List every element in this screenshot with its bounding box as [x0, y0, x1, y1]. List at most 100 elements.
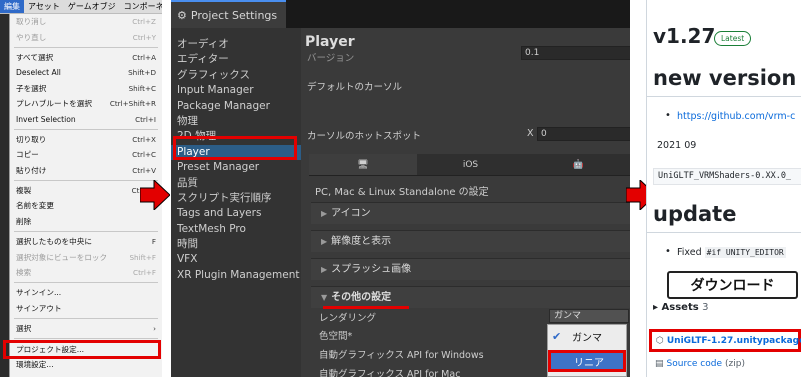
edit-menu-item[interactable]: 削除 [10, 214, 162, 229]
menu-item-label: コピー [16, 150, 39, 160]
project-settings-highlight [3, 340, 161, 359]
collapse-arrow-icon: ▶ [321, 209, 328, 218]
auto-graphics-api-mac-label: 自動グラフィックス API for Mac [319, 369, 461, 377]
menu-item-shortcut: Ctrl+X [132, 134, 156, 144]
menu-item-shortcut: Ctrl+Z [132, 17, 156, 27]
sidebar-item[interactable]: 物理 [171, 114, 301, 129]
menu-item-label: 検索 [16, 268, 32, 278]
edit-menu-item[interactable]: 選択 › [10, 321, 162, 336]
sidebar-item[interactable]: Tags and Layers [171, 206, 301, 221]
menu-item-shortcut: Ctrl+F [133, 268, 156, 278]
sidebar-item[interactable]: エディター [171, 52, 301, 67]
edit-menu-item[interactable]: コピー Ctrl+C [10, 147, 162, 162]
version-label: バージョン [307, 53, 355, 64]
project-settings-window: ⚙ Project Settings オーディオ エディター グラフィックス Inpu… [171, 0, 630, 377]
tab-ios[interactable]: iOS [417, 154, 525, 175]
edit-menu-item[interactable]: Invert Selection Ctrl+I [10, 111, 162, 126]
menu-gameobject[interactable]: ゲームオブジ [64, 0, 120, 13]
package-code-line: UniGLTF_VRMShaders-0.XX.0_ [653, 168, 801, 185]
edit-menu-item[interactable]: プレハブルートを選択 Ctrl+Shift+R [10, 96, 162, 111]
auto-graphics-api-windows-label: 自動グラフィックス API for Windows [319, 350, 484, 361]
edit-menu-item[interactable]: すべて選択 Ctrl+A [10, 50, 162, 65]
menu-item-label: 名前を変更 [16, 201, 54, 211]
sidebar-item[interactable]: VFX [171, 252, 301, 267]
menu-item-label: 切り取り [16, 134, 47, 144]
option-linear[interactable]: リニア [548, 350, 626, 372]
menu-item-label: 選択対象にビューをロック [16, 252, 108, 262]
source-code-link[interactable]: ▤ Source code (zip) [655, 359, 745, 369]
github-release-panel: v1.27 Latest new version is • https://gi… [646, 0, 801, 377]
sidebar-item[interactable]: オーディオ [171, 37, 301, 52]
menu-separator [10, 280, 162, 285]
edit-menu-item[interactable]: 子を選択 Shift+C [10, 81, 162, 96]
menu-item-label: 選択したものを中央に [16, 237, 92, 247]
menu-item-label: 複製 [16, 186, 32, 196]
edit-menu-item[interactable]: Deselect All Shift+D [10, 65, 162, 80]
menu-component[interactable]: コンポーネント [120, 0, 162, 13]
menu-separator [10, 316, 162, 321]
menu-item-label: 環境設定... [16, 360, 54, 369]
other-settings-underline [323, 306, 409, 309]
edit-menu-item[interactable]: 選択したものを中央に F [10, 234, 162, 249]
sidebar-item[interactable]: Preset Manager [171, 160, 301, 175]
edit-menu-item: やり直し Ctrl+Y [10, 29, 162, 44]
tab-android[interactable]: 🤖 [524, 154, 630, 175]
player-highlight [173, 136, 297, 160]
window-title: Project Settings [190, 8, 278, 22]
platform-tabs: 🖥 iOS 🤖 [309, 154, 630, 176]
menu-separator [10, 45, 162, 50]
menu-item-label: Deselect All [16, 68, 61, 78]
sidebar-item[interactable]: Input Manager [171, 83, 301, 98]
bullet-icon: • [665, 110, 671, 121]
fixed-note: Fixed #if UNITY_EDITOR [677, 247, 786, 258]
section-splash[interactable]: ▶ スプラッシュ画像 [311, 258, 630, 280]
sidebar-item[interactable]: XR Plugin Management [171, 268, 301, 283]
menu-item-shortcut: Ctrl+A [132, 52, 156, 62]
assets-header[interactable]: ▸ Assets 3 [653, 302, 709, 313]
hotspot-label: カーソルのホットスポット [307, 131, 422, 142]
edit-menu-item: 検索 Ctrl+F [10, 265, 162, 280]
menu-item-shortcut: Ctrl+V [132, 165, 156, 175]
menu-item-label: 取り消し [16, 17, 47, 27]
edit-menu-item[interactable]: 貼り付け Ctrl+V [10, 163, 162, 178]
section-other-settings[interactable]: ▼ その他の設定 [311, 286, 630, 308]
sidebar-item[interactable]: TextMesh Pro [171, 222, 301, 237]
release-heading: new version is [653, 66, 801, 90]
edit-menu-item[interactable]: サインイン... [10, 285, 162, 300]
sidebar-item[interactable]: 品質 [171, 176, 301, 191]
menu-item-label: 子を選択 [16, 83, 47, 93]
menu-item-shortcut: Shift+C [128, 83, 156, 93]
sidebar-item[interactable]: グラフィックス [171, 68, 301, 83]
menu-assets[interactable]: アセット [24, 0, 64, 13]
edit-menu-item[interactable]: サインアウト [10, 301, 162, 316]
menu-item-shortcut: Shift+F [129, 252, 157, 262]
edit-menu-item: 選択対象にビューをロック Shift+F [10, 249, 162, 264]
edit-menu-item[interactable]: 切り取り Ctrl+X [10, 132, 162, 147]
hotspot-x-field[interactable]: 0 [537, 127, 630, 141]
menu-item-shortcut: Ctrl+Shift+R [109, 99, 156, 109]
menu-edit[interactable]: 編集 [0, 0, 24, 13]
project-settings-tab[interactable]: ⚙ Project Settings [171, 0, 286, 28]
edit-menu-item: 取り消し Ctrl+Z [10, 14, 162, 29]
section-icon[interactable]: ▶ アイコン [311, 202, 630, 224]
color-space-dropdown[interactable]: ガンマ [549, 309, 629, 323]
sidebar-item[interactable]: Package Manager [171, 99, 301, 114]
repo-link[interactable]: https://github.com/vrm-c [677, 111, 795, 122]
editor-background [0, 14, 9, 377]
release-version: v1.27 [653, 24, 716, 48]
color-space-label: 色空間* [319, 331, 353, 342]
collapse-arrow-icon: ▶ [321, 237, 328, 246]
tab-standalone[interactable]: 🖥 [309, 154, 417, 175]
menu-item-label: プレハブルートを選択 [16, 99, 92, 109]
menu-item-shortcut: › [153, 324, 156, 334]
expand-arrow-icon: ▼ [321, 293, 328, 302]
edit-menu-item[interactable]: 環境設定... [10, 357, 162, 372]
section-resolution[interactable]: ▶ 解像度と表示 [311, 230, 630, 252]
option-gamma[interactable]: ✔ ガンマ [548, 325, 626, 347]
sidebar-item[interactable]: 時間 [171, 237, 301, 252]
version-field[interactable]: 0.1 [521, 46, 630, 60]
triangle-icon: ▸ [653, 302, 662, 313]
release-date: 2021 09 [657, 140, 697, 151]
sidebar-item[interactable]: スクリプト実行順序 [171, 191, 301, 206]
unitypackage-download-link[interactable]: ⬡ UniGLTF-1.27.unitypackage [649, 329, 801, 352]
